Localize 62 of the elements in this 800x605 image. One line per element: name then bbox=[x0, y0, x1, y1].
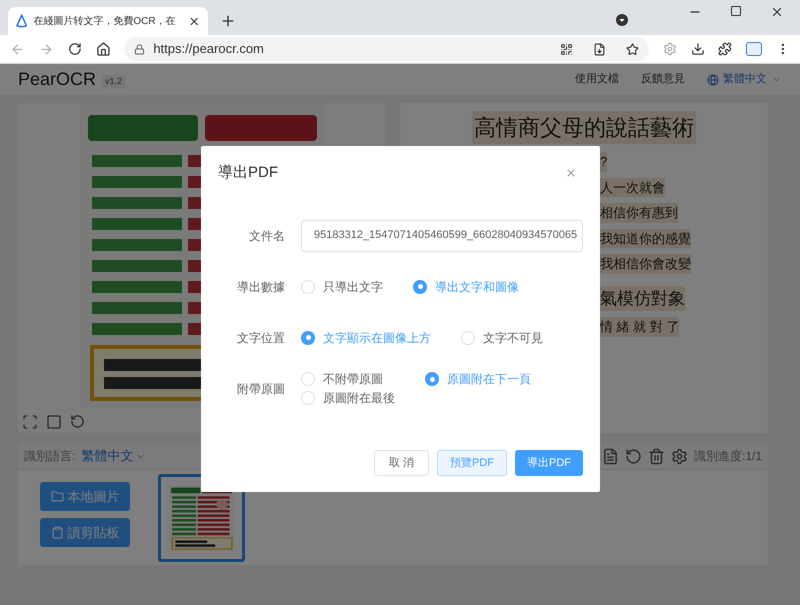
pear-logo-icon bbox=[16, 14, 28, 28]
rotate-icon[interactable] bbox=[70, 414, 85, 429]
option-label[interactable]: 只導出文字 bbox=[323, 278, 383, 296]
radio-button[interactable] bbox=[413, 280, 427, 294]
close-window-icon[interactable] bbox=[770, 5, 784, 19]
download-icon[interactable] bbox=[690, 42, 704, 56]
radio-button[interactable] bbox=[301, 280, 315, 294]
radio-button[interactable] bbox=[425, 372, 439, 386]
browser-tab[interactable]: 在綫圖片转文字，免費OCR，在 bbox=[8, 7, 208, 35]
result-title: 高情商父母的說話藝術 bbox=[472, 111, 696, 144]
clipboard-icon bbox=[50, 526, 64, 539]
address-field[interactable]: https://pearocr.com bbox=[124, 37, 649, 61]
url-text: https://pearocr.com bbox=[153, 40, 264, 58]
globe-icon bbox=[707, 74, 719, 86]
language-dropdown[interactable]: 繁體中文 bbox=[81, 446, 146, 466]
option-label[interactable]: 原圖附在下一頁 bbox=[447, 370, 531, 388]
field-label: 文件名 bbox=[248, 228, 285, 244]
extensions-icon[interactable] bbox=[718, 42, 732, 56]
progress-text: 識別進度:1/1 bbox=[694, 448, 762, 465]
reload-icon[interactable] bbox=[68, 42, 82, 56]
nav-link[interactable]: 反饋意見 bbox=[641, 71, 685, 88]
reset-icon[interactable] bbox=[624, 448, 642, 464]
filename-field[interactable]: 95183312_1547071405460599_66028040934570065 bbox=[301, 220, 583, 252]
dialog-button[interactable]: 取 消 bbox=[374, 450, 429, 476]
option-label[interactable]: 文字顯示在圖像上方 bbox=[323, 328, 431, 346]
document-icon[interactable] bbox=[602, 448, 619, 464]
language-selector[interactable]: 繁體中文 bbox=[707, 71, 782, 88]
select-area-icon[interactable] bbox=[46, 414, 62, 430]
option-label[interactable]: 文字不可見 bbox=[483, 328, 543, 346]
dropdown-icon[interactable] bbox=[616, 14, 628, 26]
folder-icon bbox=[50, 490, 64, 503]
back-icon[interactable] bbox=[10, 42, 25, 56]
new-tab-icon[interactable] bbox=[220, 13, 236, 29]
field-label: 附帶原圖 bbox=[236, 380, 285, 398]
tab-title: 在綫圖片转文字，免費OCR，在 bbox=[33, 14, 176, 28]
radio-button[interactable] bbox=[301, 330, 315, 344]
field-label: 文字位置 bbox=[236, 330, 285, 346]
fullscreen-icon[interactable] bbox=[22, 414, 38, 430]
nav-link[interactable]: 使用文檔 bbox=[575, 71, 619, 88]
language-label: 識別語言: bbox=[24, 448, 76, 465]
qr-code-icon[interactable] bbox=[560, 42, 573, 56]
maximize-icon[interactable] bbox=[730, 5, 742, 17]
radio-button[interactable] bbox=[461, 330, 475, 344]
radio-button[interactable] bbox=[301, 391, 315, 405]
radio-button[interactable] bbox=[301, 372, 315, 386]
dialog-button[interactable]: 導出PDF bbox=[515, 450, 583, 476]
option-label[interactable]: 導出文字和圖像 bbox=[435, 278, 519, 296]
star-icon[interactable] bbox=[626, 42, 639, 56]
home-icon[interactable] bbox=[96, 42, 110, 56]
version-badge: v1.2 bbox=[102, 74, 126, 88]
brand-logo: PearOCR bbox=[18, 68, 96, 91]
option-label[interactable]: 不附帶原圖 bbox=[323, 370, 383, 388]
forward-icon[interactable] bbox=[38, 42, 54, 56]
dialog-button[interactable]: 預覽PDF bbox=[437, 450, 507, 476]
option-label[interactable]: 原圖附在最後 bbox=[323, 389, 395, 407]
field-label: 導出數據 bbox=[236, 278, 285, 296]
image-thumbnail[interactable] bbox=[158, 474, 245, 562]
settings-icon[interactable] bbox=[670, 448, 688, 464]
lock-icon bbox=[134, 44, 146, 54]
trash-icon[interactable] bbox=[648, 448, 665, 464]
install-icon[interactable] bbox=[592, 42, 606, 56]
dialog-title: 導出PDF bbox=[218, 163, 278, 183]
